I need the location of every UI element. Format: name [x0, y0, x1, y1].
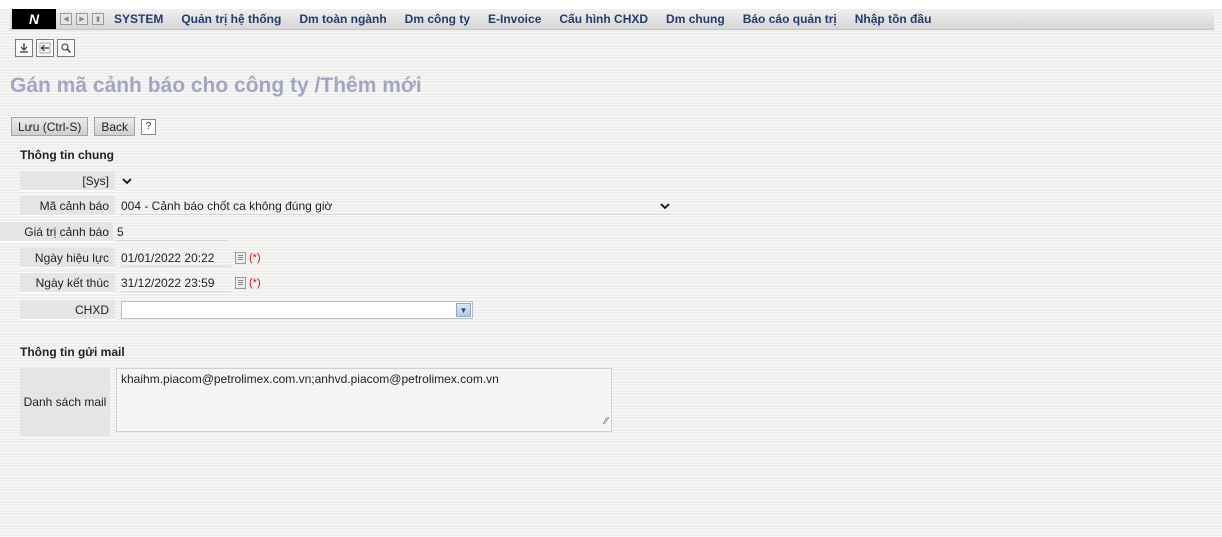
- effective-date-row: Ngày hiệu lực 01/01/2022 20:22 (*): [20, 248, 261, 268]
- zoom-icon[interactable]: [57, 39, 75, 57]
- end-date-row: Ngày kết thúc 31/12/2022 23:59 (*): [20, 273, 261, 293]
- save-button[interactable]: Lưu (Ctrl-S): [11, 117, 89, 136]
- warning-value-input[interactable]: 5: [117, 224, 227, 241]
- warning-code-select[interactable]: 004 - Cảnh báo chốt ca không đúng giờ: [121, 198, 671, 215]
- menu-items: SYSTEM Quản trị hệ thống Dm toàn ngành D…: [114, 12, 949, 26]
- mail-list-value: khaihm.piacom@petrolimex.com.vn;anhvd.pi…: [121, 372, 499, 386]
- effective-date-value: 01/01/2022 20:22: [121, 250, 215, 265]
- end-date-group: 31/12/2022 23:59 (*): [121, 275, 261, 292]
- top-strip: [0, 0, 1222, 9]
- toolbar: [15, 39, 78, 57]
- warning-code-value: 004 - Cảnh báo chốt ca không đúng giờ: [121, 198, 333, 213]
- sys-value: [121, 174, 133, 188]
- back-button[interactable]: Back: [94, 117, 136, 136]
- menu-bar: N ◀ ▶ ▮ SYSTEM Quản trị hệ thống Dm toàn…: [10, 9, 1214, 30]
- effective-date-group: 01/01/2022 20:22 (*): [121, 250, 261, 267]
- menu-item-dm-cong-ty[interactable]: Dm công ty: [405, 12, 470, 26]
- chxd-select[interactable]: ▼: [121, 301, 473, 319]
- page-title: Gán mã cảnh báo cho công ty /Thêm mới: [10, 74, 422, 97]
- warning-value-row: Giá trị cảnh báo 5: [0, 222, 227, 242]
- menu-item-dm-chung[interactable]: Dm chung: [666, 12, 725, 26]
- end-date-input[interactable]: 31/12/2022 23:59: [121, 275, 231, 292]
- chevron-down-icon[interactable]: ▼: [456, 303, 471, 317]
- warning-value-label: Giá trị cảnh báo: [0, 222, 113, 242]
- chxd-group: ▼: [121, 301, 473, 319]
- required-mark: (*): [249, 277, 261, 289]
- menu-item-e-invoice[interactable]: E-Invoice: [488, 12, 541, 26]
- mail-list-textarea[interactable]: khaihm.piacom@petrolimex.com.vn;anhvd.pi…: [116, 368, 612, 432]
- nav-last-icon[interactable]: ▮: [92, 13, 104, 25]
- menu-item-bao-cao-quan-tri[interactable]: Báo cáo quản trị: [743, 12, 837, 26]
- chevron-down-icon: [122, 178, 132, 185]
- warning-value: 5: [117, 224, 124, 239]
- chevron-down-icon[interactable]: [659, 202, 671, 210]
- sys-row: [Sys]: [20, 171, 133, 191]
- menu-item-nhap-ton-dau[interactable]: Nhập tồn đầu: [855, 12, 932, 26]
- effective-date-input[interactable]: 01/01/2022 20:22: [121, 250, 231, 267]
- download-icon[interactable]: [15, 39, 33, 57]
- required-mark: (*): [249, 252, 261, 264]
- mail-list-row: Danh sách mail khaihm.piacom@petrolimex.…: [20, 368, 612, 436]
- chxd-row: CHXD ▼: [20, 300, 473, 320]
- warning-code-row: Mã cảnh báo 004 - Cảnh báo chốt ca không…: [20, 196, 671, 216]
- resize-grip-icon[interactable]: ⁄⁄: [605, 416, 608, 427]
- sys-select[interactable]: [121, 174, 133, 188]
- warning-code-label: Mã cảnh báo: [20, 196, 115, 216]
- nav-next-icon[interactable]: ▶: [76, 13, 88, 25]
- menu-item-cau-hinh-chxd[interactable]: Cấu hình CHXD: [559, 12, 648, 26]
- sys-label: [Sys]: [20, 171, 115, 191]
- app-logo[interactable]: N: [12, 9, 56, 29]
- effective-date-label: Ngày hiệu lực: [20, 248, 115, 268]
- menu-item-system[interactable]: SYSTEM: [114, 12, 163, 26]
- section-general-title: Thông tin chung: [20, 148, 114, 162]
- end-date-value: 31/12/2022 23:59: [121, 275, 215, 290]
- help-icon[interactable]: ?: [141, 118, 157, 135]
- chxd-value: [122, 302, 125, 316]
- menu-item-dm-toan-nganh[interactable]: Dm toàn ngành: [299, 12, 386, 26]
- nav-first-icon[interactable]: ◀: [60, 13, 72, 25]
- calendar-icon[interactable]: [235, 277, 246, 289]
- mail-list-label: Danh sách mail: [20, 368, 110, 436]
- calendar-icon[interactable]: [235, 252, 246, 264]
- action-bar: Lưu (Ctrl-S) Back ?: [11, 117, 157, 136]
- end-date-label: Ngày kết thúc: [20, 273, 115, 293]
- chxd-label: CHXD: [20, 300, 115, 320]
- back-arrow-icon[interactable]: [36, 39, 54, 57]
- menu-item-quan-tri-he-thong[interactable]: Quản trị hệ thống: [181, 12, 281, 26]
- section-mail-title: Thông tin gửi mail: [20, 345, 125, 359]
